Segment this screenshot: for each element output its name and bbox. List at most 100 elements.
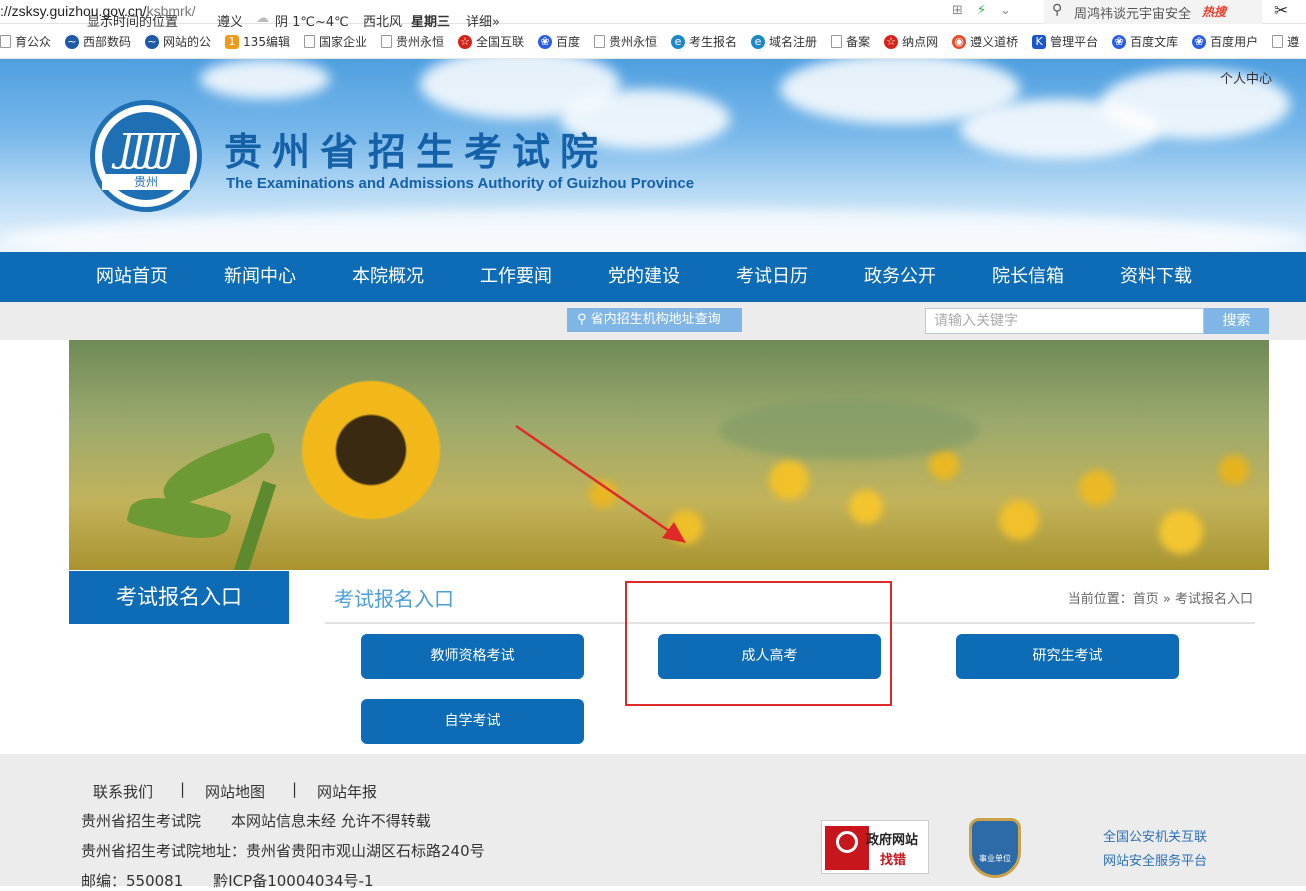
bookmark-item[interactable]: ~ 西部数码: [65, 33, 131, 50]
personal-center-link[interactable]: 个人中心: [1220, 68, 1272, 87]
bookmark-label: 国家企业: [318, 35, 367, 49]
bookmark-label: 考生报名: [689, 35, 738, 49]
gov-website-error-badge[interactable]: 政府网站 找错: [821, 820, 929, 874]
site-search-input[interactable]: [925, 308, 1204, 334]
bookmark-item[interactable]: 遵: [1272, 33, 1299, 50]
search-icon: ⚲: [1052, 2, 1063, 18]
teacher-qualification-exam-button[interactable]: 教师资格考试: [361, 634, 584, 679]
bookmark-item[interactable]: e 考生报名: [671, 33, 737, 50]
weather-icon: ☁: [256, 11, 269, 26]
bookmark-label: 育公众: [15, 35, 52, 49]
bookmark-label: 贵州永恒: [609, 35, 658, 49]
nav-government-affairs[interactable]: 政务公开: [864, 252, 936, 302]
site-header: 个人中心 JJJJJ 贵州 贵州省招生考试院 The Examinations …: [0, 59, 1306, 252]
lightning-icon[interactable]: ⚡: [977, 3, 986, 18]
shield-text: 事业单位: [979, 854, 1011, 863]
bookmark-label: 管理平台: [1050, 35, 1099, 49]
bookmark-item[interactable]: 备案: [831, 33, 870, 50]
footer-annual-report-link[interactable]: 网站年报: [317, 781, 377, 802]
bookmark-favicon-icon: [594, 35, 606, 48]
nav-exam-calendar[interactable]: 考试日历: [736, 252, 808, 302]
bookmark-label: 百度用户: [1210, 35, 1259, 49]
nav-president-mailbox[interactable]: 院长信箱: [992, 252, 1064, 302]
bookmark-label: 域名注册: [769, 35, 818, 49]
site-logo[interactable]: JJJJJ 贵州: [90, 100, 202, 212]
scissors-icon[interactable]: ✂: [1274, 1, 1288, 21]
bookmark-item[interactable]: ❀ 百度用户: [1192, 33, 1258, 50]
logo-text: 贵州: [102, 174, 190, 190]
bookmark-item[interactable]: 贵州永恒: [594, 33, 657, 50]
weather-temp: 阴 1℃~4℃: [275, 15, 349, 30]
bookmark-favicon-icon: ☆: [884, 34, 899, 49]
browser-search-text: 周鸿祎谈元宇宙安全: [1074, 7, 1192, 22]
site-search-button[interactable]: 搜索: [1204, 308, 1269, 334]
browser-search-box[interactable]: ⚲ 周鸿祎谈元宇宙安全 热搜: [1044, 0, 1262, 24]
chevron-down-icon[interactable]: ⌄: [1000, 3, 1011, 18]
bookmark-favicon-icon: [303, 35, 315, 48]
bookmark-label: 百度: [556, 35, 581, 49]
bookmark-item[interactable]: ◉ 遵义道桥: [952, 33, 1018, 50]
footer-separator: |: [180, 780, 186, 798]
sidebar-title: 考试报名入口: [69, 571, 289, 624]
bookmark-label: 百度文库: [1130, 35, 1179, 49]
bookmark-favicon-icon: ❀: [538, 34, 552, 49]
bookmark-item[interactable]: K 管理平台: [1032, 33, 1098, 50]
bookmark-item[interactable]: e 域名注册: [751, 33, 817, 50]
footer-postcode-icp: 邮编：550081 黔ICP备10004034号-1: [81, 872, 374, 890]
public-institution-shield-icon[interactable]: 事业单位: [969, 818, 1021, 878]
bookmark-item[interactable]: 贵州永恒: [380, 33, 444, 50]
footer-contact-link[interactable]: 联系我们: [93, 781, 153, 802]
nav-about[interactable]: 本院概况: [352, 252, 424, 302]
bookmark-favicon-icon: e: [751, 34, 766, 49]
grid-icon[interactable]: ⊞: [952, 3, 963, 18]
hot-search-badge: 热搜: [1202, 5, 1227, 19]
bookmark-label: 网站的公: [163, 35, 212, 49]
nav-party[interactable]: 党的建设: [608, 252, 680, 302]
bookmark-favicon-icon: K: [1032, 34, 1047, 49]
bookmark-item[interactable]: ~ 网站的公: [145, 33, 211, 50]
bookmark-label: 遵义道桥: [970, 35, 1019, 49]
nav-work-news[interactable]: 工作要闻: [480, 252, 552, 302]
weather-detail-link[interactable]: 详细»: [466, 11, 500, 30]
police-platform-link[interactable]: 全国公安机关互联: [1103, 826, 1207, 845]
nav-downloads[interactable]: 资料下载: [1120, 252, 1192, 302]
footer-address: 贵州省招生考试院地址：贵州省贵阳市观山湖区石标路240号: [81, 842, 485, 860]
bookmark-item[interactable]: ❀ 百度: [538, 33, 580, 50]
location-pin-icon: ⚲: [577, 312, 591, 327]
logo-mark-icon: JJJJJ: [118, 126, 178, 170]
self-study-exam-button[interactable]: 自学考试: [361, 699, 584, 744]
footer-sitemap-link[interactable]: 网站地图: [205, 781, 265, 802]
gov-badge-text: 政府网站: [866, 833, 919, 848]
bookmark-favicon-icon: [0, 35, 11, 48]
agency-address-query-button[interactable]: ⚲ 省内招生机构地址查询: [567, 308, 742, 332]
police-platform-link-2[interactable]: 网站安全服务平台: [1103, 850, 1207, 869]
bookmark-favicon-icon: ◉: [952, 34, 967, 49]
bookmark-item[interactable]: ☆ 纳点网: [884, 33, 938, 50]
nav-news[interactable]: 新闻中心: [224, 252, 296, 302]
breadcrumb: 当前位置：首页 » 考试报名入口: [1067, 592, 1253, 607]
bookmark-item[interactable]: 1 135编辑: [225, 33, 290, 50]
graduate-exam-button[interactable]: 研究生考试: [956, 634, 1179, 679]
bookmark-label: 贵州永恒: [395, 35, 444, 49]
bookmark-favicon-icon: e: [671, 34, 686, 49]
address-bar[interactable]: ://zsksy.guizhou.gov.cn/ksbmrk/ ⊞ ⚡ ⌄ ⚲ …: [0, 0, 1306, 24]
gov-badge-subtext: 找错: [880, 853, 907, 868]
bookmark-favicon-icon: ~: [145, 34, 160, 49]
main-nav: 网站首页 新闻中心 本院概况 工作要闻 党的建设 考试日历 政务公开 院长信箱 …: [0, 252, 1306, 302]
bookmark-item[interactable]: 育公众: [0, 33, 51, 50]
sunflower-image: [291, 370, 451, 530]
bookmark-item[interactable]: ☆ 全国互联: [457, 33, 524, 50]
footer-separator: |: [292, 780, 298, 798]
time-display: 显示时间的位置: [87, 15, 179, 30]
weather-wind: 西北风: [363, 15, 403, 30]
sunflower-banner: [69, 340, 1269, 570]
bookmark-item[interactable]: 国家企业: [303, 33, 367, 50]
bookmark-label: 全国互联: [475, 35, 524, 49]
bookmark-item[interactable]: ❀ 百度文库: [1112, 33, 1178, 50]
bookmarks-bar: 育公众 ~ 西部数码 ~ 网站的公 1 135编辑 国家企业 贵州永恒 ☆ 全国互联 ❀ 百度 贵州永恒 e…: [0, 25, 1306, 59]
nav-home[interactable]: 网站首页: [96, 252, 168, 302]
site-footer: 联系我们 | 网站地图 | 网站年报 贵州省招生考试院 本网站信息未经 允许不得…: [0, 754, 1306, 890]
bookmark-favicon-icon: [831, 35, 843, 48]
weather-weekday: 星期三: [411, 15, 451, 30]
bookmark-label: 遵: [1287, 35, 1300, 49]
